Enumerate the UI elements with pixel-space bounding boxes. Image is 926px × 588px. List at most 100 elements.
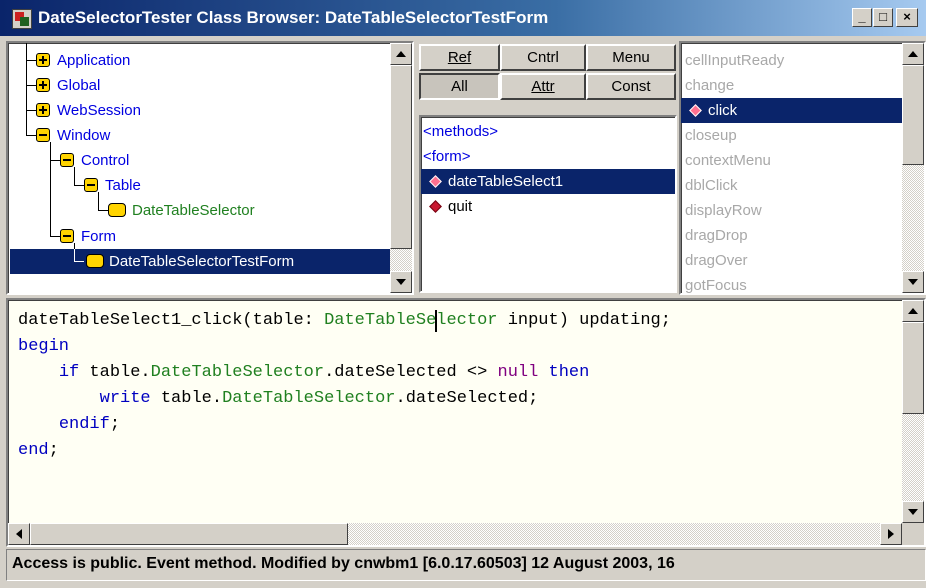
code-text: ; <box>48 441 59 460</box>
arrow-down-icon <box>908 279 918 285</box>
tree-item-label: Application <box>57 52 131 69</box>
tree-item-form[interactable]: Form <box>60 224 119 249</box>
code-line-6[interactable]: end; <box>18 438 59 464</box>
arrow-right-icon <box>888 529 894 539</box>
expand-icon[interactable] <box>36 78 50 92</box>
method-icon <box>429 175 442 188</box>
code-line-5[interactable]: endif; <box>18 412 120 438</box>
arrow-down-icon <box>908 509 918 515</box>
tab-label: All <box>451 78 468 95</box>
tree-connector <box>26 60 36 61</box>
app-icon[interactable] <box>12 9 32 29</box>
tree-scrollbar[interactable] <box>390 43 412 293</box>
tab-ref[interactable]: Ref <box>419 44 500 71</box>
editor-hscrollbar[interactable] <box>8 523 902 545</box>
arrow-down-icon <box>396 279 406 285</box>
tree-item-label: Window <box>57 127 111 144</box>
code-editor[interactable]: dateTableSelect1_click(table: DateTableS… <box>6 298 926 547</box>
minimize-button[interactable]: _ <box>852 8 872 27</box>
tree-connector <box>26 110 36 111</box>
event-item[interactable]: click <box>681 98 902 123</box>
method-label: dateTableSelect1 <box>448 173 564 190</box>
code-text: input) updating; <box>497 311 671 330</box>
class-tree[interactable]: Application Global WebSession Window Con… <box>6 41 414 295</box>
code-line-2[interactable]: begin <box>18 334 69 360</box>
code-class-name: DateTableSelector <box>150 363 325 382</box>
code-line-4[interactable]: write table.DateTableSelector.dateSelect… <box>18 386 539 412</box>
scroll-right-button[interactable] <box>880 523 902 545</box>
tab-menu[interactable]: Menu <box>586 44 676 71</box>
code-keyword: endif <box>58 415 110 434</box>
collapse-icon[interactable] <box>60 229 74 243</box>
tab-cntrl[interactable]: Cntrl <box>500 44 586 71</box>
tree-item-datetableselectortestform[interactable]: DateTableSelectorTestForm <box>10 249 392 274</box>
list-header-form[interactable]: <form> <box>421 144 675 169</box>
event-item[interactable]: gotFocus <box>681 273 924 293</box>
tab-label: Menu <box>612 49 650 66</box>
scroll-thumb[interactable] <box>902 322 924 414</box>
scroll-down-button[interactable] <box>902 271 924 293</box>
scroll-thumb[interactable] <box>30 523 348 545</box>
code-line-3[interactable]: if table.DateTableSelector.dateSelected … <box>18 360 590 386</box>
tree-item-window[interactable]: Window <box>36 123 113 148</box>
tree-connector <box>74 185 84 186</box>
scroll-up-button[interactable] <box>902 43 924 65</box>
class-leaf-icon <box>86 254 104 268</box>
tree-item-table[interactable]: Table <box>84 173 144 198</box>
tree-connector <box>50 142 51 236</box>
code-line-1[interactable]: dateTableSelect1_click(table: DateTableS… <box>18 308 671 334</box>
tree-connector <box>74 249 75 261</box>
code-keyword: end <box>18 441 49 460</box>
tree-item-label: WebSession <box>57 102 141 119</box>
collapse-icon[interactable] <box>60 153 74 167</box>
scroll-down-button[interactable] <box>902 501 924 523</box>
methods-list[interactable]: <methods> <form> dateTableSelect1 quit <box>419 115 677 293</box>
text-caret <box>435 310 437 332</box>
event-item[interactable]: dragDrop <box>681 223 924 248</box>
scroll-thumb[interactable] <box>902 65 924 165</box>
expand-icon[interactable] <box>36 53 50 67</box>
code-keyword: begin <box>18 337 70 356</box>
scroll-up-button[interactable] <box>390 43 412 65</box>
scroll-left-button[interactable] <box>8 523 30 545</box>
event-item[interactable]: dblClick <box>681 173 924 198</box>
maximize-button[interactable]: □ <box>873 8 893 27</box>
scroll-up-button[interactable] <box>902 300 924 322</box>
collapse-icon[interactable] <box>36 128 50 142</box>
tab-const[interactable]: Const <box>586 73 676 100</box>
tree-item-websession[interactable]: WebSession <box>36 98 144 123</box>
status-text: Access is public. Event method. Modified… <box>12 555 675 572</box>
code-text: .dateSelected <> <box>324 363 498 382</box>
event-item[interactable]: displayRow <box>681 198 924 223</box>
tab-attr[interactable]: Attr <box>500 73 586 100</box>
tree-item-datetableselector[interactable]: DateTableSelector <box>108 198 258 223</box>
event-item[interactable]: closeup <box>681 123 924 148</box>
event-label: click <box>708 102 738 119</box>
expand-icon[interactable] <box>36 103 50 117</box>
event-item[interactable]: dragOver <box>681 248 924 273</box>
method-icon <box>429 200 442 213</box>
events-scrollbar[interactable] <box>902 43 924 293</box>
editor-vscrollbar[interactable] <box>902 300 924 523</box>
method-item[interactable]: quit <box>421 194 675 219</box>
title-bar[interactable]: DateSelectorTester Class Browser: DateTa… <box>0 0 926 36</box>
events-list[interactable]: cellInputReady change click closeup cont… <box>679 41 926 295</box>
event-item[interactable]: change <box>681 73 924 98</box>
tree-item-label: Table <box>105 177 141 194</box>
tree-connector <box>26 135 36 136</box>
close-button[interactable]: × <box>896 8 918 27</box>
scroll-down-button[interactable] <box>390 271 412 293</box>
list-header-methods[interactable]: <methods> <box>421 119 675 144</box>
collapse-icon[interactable] <box>84 178 98 192</box>
method-item[interactable]: dateTableSelect1 <box>421 169 675 194</box>
scroll-thumb[interactable] <box>390 65 412 249</box>
event-item[interactable]: cellInputReady <box>681 48 924 73</box>
event-item[interactable]: contextMenu <box>681 148 924 173</box>
tree-item-control[interactable]: Control <box>60 148 132 173</box>
tab-label: Attr <box>531 78 555 95</box>
tab-all[interactable]: All <box>419 73 500 100</box>
tree-item-application[interactable]: Application <box>36 48 133 73</box>
tree-connector <box>50 236 60 237</box>
tree-item-global[interactable]: Global <box>36 73 103 98</box>
